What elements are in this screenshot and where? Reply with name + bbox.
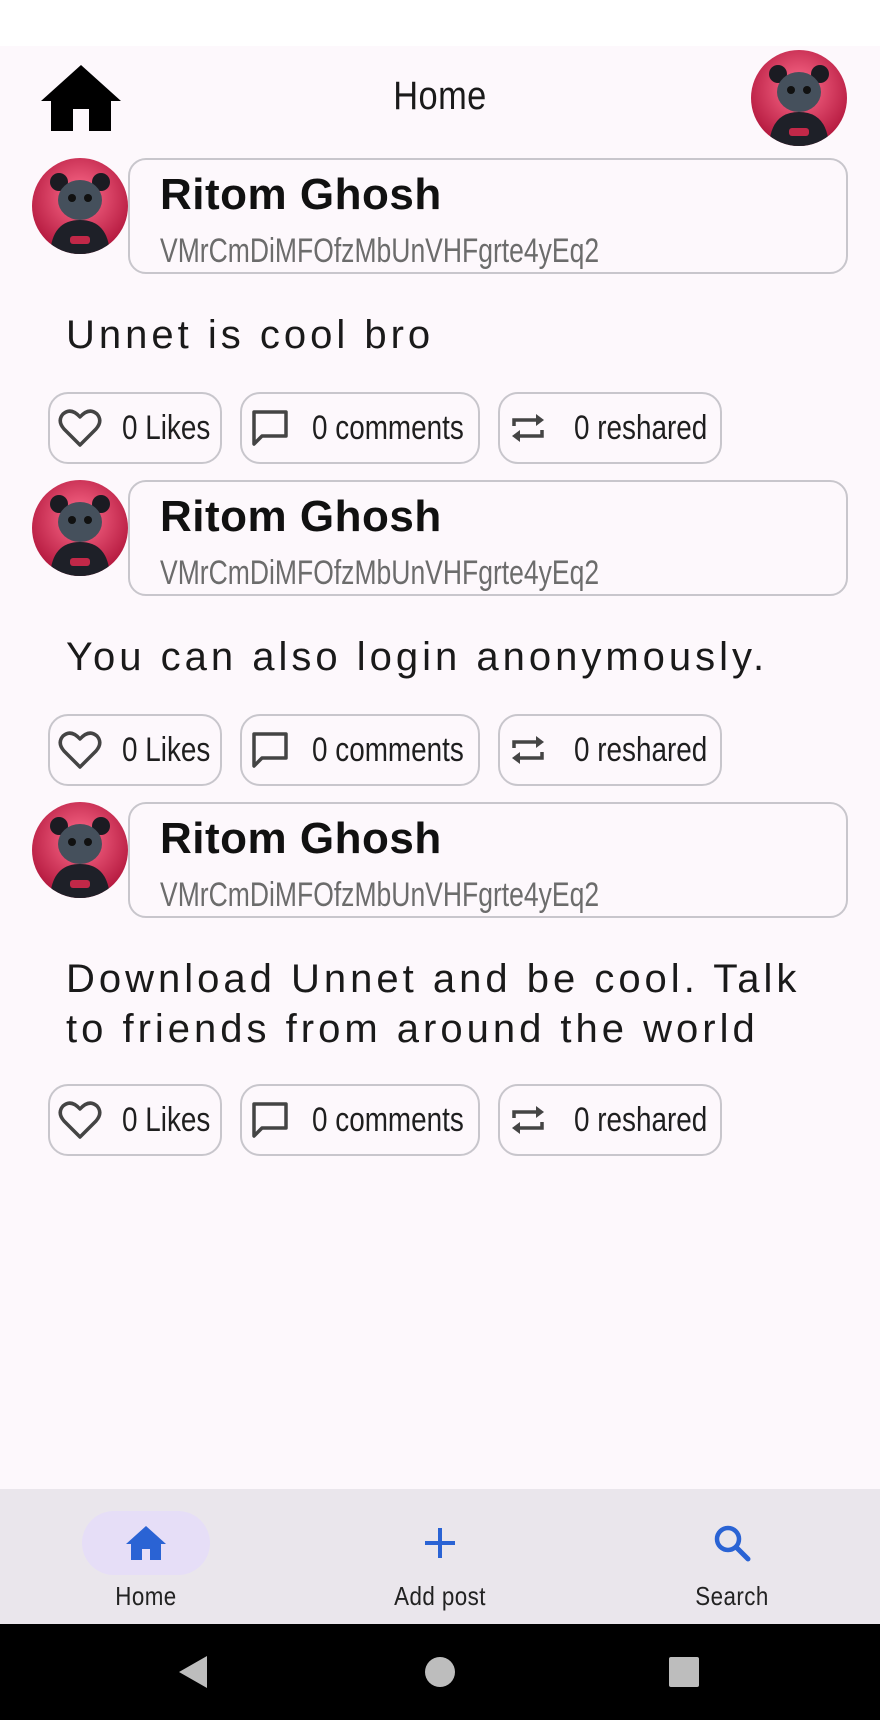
post-text: You can also login anonymously.: [66, 635, 769, 679]
author-id: VMrCmDiMFOfzMbUnVHFgrte4yEq2: [160, 554, 600, 592]
author-id: VMrCmDiMFOfzMbUnVHFgrte4yEq2: [160, 876, 600, 914]
system-navigation-bar: [0, 1624, 880, 1720]
recents-square-icon: [669, 1657, 699, 1687]
plus-icon: [425, 1528, 455, 1558]
likes-count: 0 Likes: [122, 408, 211, 447]
page-title: Home: [393, 74, 487, 118]
author-card[interactable]: Ritom Ghosh VMrCmDiMFOfzMbUnVHFgrte4yEq2: [128, 158, 848, 274]
status-bar: [0, 0, 880, 46]
profile-avatar[interactable]: [751, 50, 847, 146]
author-card[interactable]: Ritom Ghosh VMrCmDiMFOfzMbUnVHFgrte4yEq2: [128, 480, 848, 596]
avatar[interactable]: [32, 158, 128, 254]
heart-icon: [58, 728, 102, 772]
reshare-button[interactable]: 0 reshared: [498, 714, 722, 786]
comment-icon: [250, 1098, 290, 1142]
reshared-count: 0 reshared: [574, 1100, 708, 1139]
back-button[interactable]: [166, 1646, 218, 1698]
home-system-button[interactable]: [414, 1646, 466, 1698]
author-name: Ritom Ghosh: [160, 492, 442, 541]
repeat-icon: [508, 728, 548, 772]
author-card[interactable]: Ritom Ghosh VMrCmDiMFOfzMbUnVHFgrte4yEq2: [128, 802, 848, 918]
like-button[interactable]: 0 Likes: [48, 714, 222, 786]
nav-label: Add post: [394, 1581, 486, 1611]
comment-icon: [250, 728, 290, 772]
author-name: Ritom Ghosh: [160, 170, 442, 219]
nav-label: Search: [695, 1581, 769, 1611]
recents-button[interactable]: [658, 1646, 710, 1698]
app-screen: Home Ritom Ghosh VMrCmDiMFOfzMbUnVHFgrte…: [0, 0, 880, 1720]
comments-button[interactable]: 0 comments: [240, 1084, 480, 1156]
like-button[interactable]: 0 Likes: [48, 1084, 222, 1156]
search-icon: [714, 1525, 751, 1562]
nav-icon-container: [668, 1511, 796, 1575]
nav-icon-container: [376, 1511, 504, 1575]
comments-button[interactable]: 0 comments: [240, 714, 480, 786]
nav-label: Home: [115, 1581, 177, 1611]
likes-count: 0 Likes: [122, 730, 211, 769]
comments-count: 0 comments: [312, 1100, 464, 1139]
repeat-icon: [508, 1098, 548, 1142]
reshare-button[interactable]: 0 reshared: [498, 1084, 722, 1156]
reshared-count: 0 reshared: [574, 408, 708, 447]
likes-count: 0 Likes: [122, 1100, 211, 1139]
avatar[interactable]: [32, 480, 128, 576]
active-indicator: [82, 1511, 210, 1575]
home-icon: [126, 1526, 166, 1560]
avatar[interactable]: [32, 802, 128, 898]
heart-icon: [58, 406, 102, 450]
author-name: Ritom Ghosh: [160, 814, 442, 863]
reshared-count: 0 reshared: [574, 730, 708, 769]
repeat-icon: [508, 406, 548, 450]
post-text: Unnet is cool bro: [66, 313, 435, 357]
reshare-button[interactable]: 0 reshared: [498, 392, 722, 464]
comment-icon: [250, 406, 290, 450]
bottom-navigation: Home Add post Search: [0, 1489, 880, 1624]
nav-item-add-post[interactable]: Add post: [330, 1489, 550, 1624]
post-text: Download Unnet and be cool. Talk to frie…: [66, 957, 801, 1051]
nav-item-home[interactable]: Home: [36, 1489, 256, 1624]
top-app-bar: Home: [0, 46, 880, 154]
nav-item-search[interactable]: Search: [622, 1489, 842, 1624]
heart-icon: [58, 1098, 102, 1142]
comments-count: 0 comments: [312, 408, 464, 447]
like-button[interactable]: 0 Likes: [48, 392, 222, 464]
author-id: VMrCmDiMFOfzMbUnVHFgrte4yEq2: [160, 232, 600, 270]
back-triangle-icon: [179, 1656, 207, 1688]
comments-button[interactable]: 0 comments: [240, 392, 480, 464]
comments-count: 0 comments: [312, 730, 464, 769]
home-circle-icon: [425, 1657, 455, 1687]
